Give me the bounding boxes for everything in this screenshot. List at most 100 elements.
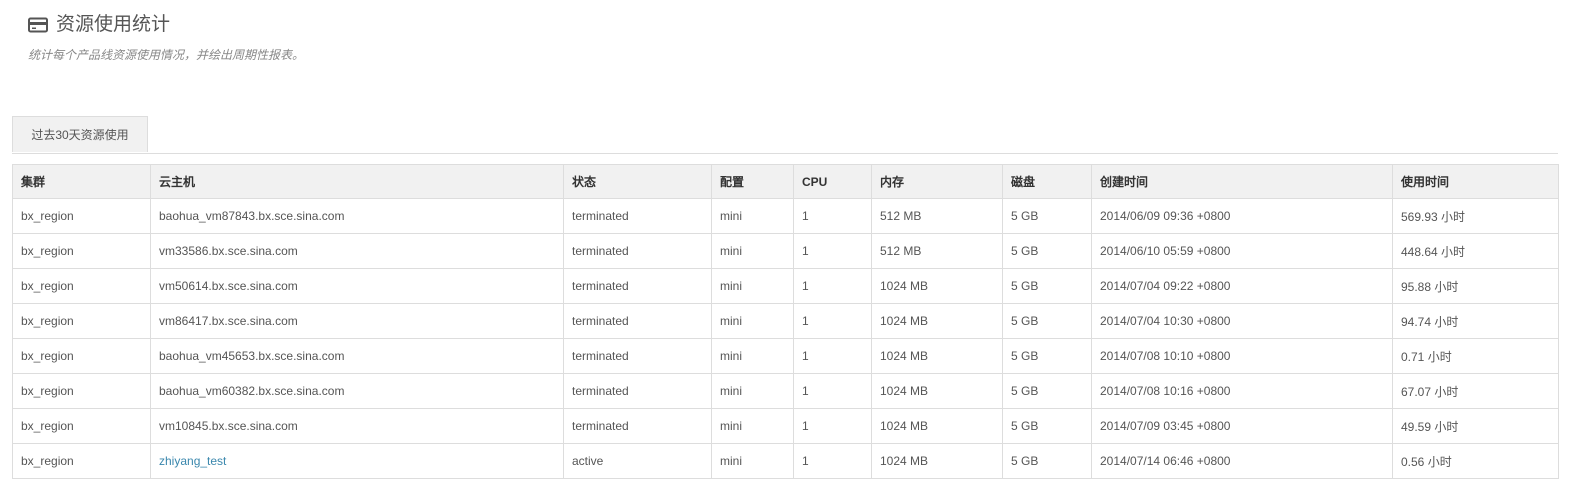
cell-disk: 5 GB <box>1002 198 1092 234</box>
title-row: 资源使用统计 <box>28 12 304 38</box>
cell-memory: 1024 MB <box>871 268 1003 304</box>
cell-status: terminated <box>563 198 712 234</box>
cell-config: mini <box>711 443 794 479</box>
cell-disk: 5 GB <box>1002 233 1092 269</box>
cell-usage: 67.07 小时 <box>1392 373 1559 409</box>
column-header-cluster: 集群 <box>12 164 151 199</box>
cell-config: mini <box>711 373 794 409</box>
cell-disk: 5 GB <box>1002 443 1092 479</box>
table-row: bx_region zhiyang_test active mini 1 102… <box>12 443 1559 479</box>
column-header-cpu: CPU <box>793 164 872 199</box>
cell-usage: 448.64 小时 <box>1392 233 1559 269</box>
cell-config: mini <box>711 268 794 304</box>
cell-config: mini <box>711 338 794 374</box>
cell-disk: 5 GB <box>1002 303 1092 339</box>
cell-cluster: bx_region <box>12 233 151 269</box>
cell-config: mini <box>711 303 794 339</box>
cell-vm: zhiyang_test <box>150 443 564 479</box>
cell-created: 2014/07/08 10:16 +0800 <box>1091 373 1393 409</box>
cell-status: active <box>563 443 712 479</box>
cell-cluster: bx_region <box>12 338 151 374</box>
cell-config: mini <box>711 233 794 269</box>
cell-usage: 0.56 小时 <box>1392 443 1559 479</box>
cell-cluster: bx_region <box>12 268 151 304</box>
cell-memory: 1024 MB <box>871 338 1003 374</box>
cell-created: 2014/06/10 05:59 +0800 <box>1091 233 1393 269</box>
cell-created: 2014/06/09 09:36 +0800 <box>1091 198 1393 234</box>
resource-usage-page: 资源使用统计 统计每个产品线资源使用情况，并绘出周期性报表。 过去30天资源使用… <box>0 0 1576 496</box>
cell-vm: vm50614.bx.sce.sina.com <box>150 268 564 304</box>
column-header-config: 配置 <box>711 164 794 199</box>
column-header-created: 创建时间 <box>1091 164 1393 199</box>
cell-cpu: 1 <box>793 198 872 234</box>
cell-status: terminated <box>563 233 712 269</box>
credit-card-icon <box>28 17 48 33</box>
cell-disk: 5 GB <box>1002 408 1092 444</box>
cell-usage: 49.59 小时 <box>1392 408 1559 444</box>
cell-memory: 1024 MB <box>871 443 1003 479</box>
cell-usage: 94.74 小时 <box>1392 303 1559 339</box>
cell-vm: baohua_vm45653.bx.sce.sina.com <box>150 338 564 374</box>
cell-vm: baohua_vm87843.bx.sce.sina.com <box>150 198 564 234</box>
cell-cpu: 1 <box>793 233 872 269</box>
cell-cluster: bx_region <box>12 198 151 234</box>
cell-disk: 5 GB <box>1002 373 1092 409</box>
tab-last-30-days[interactable]: 过去30天资源使用 <box>12 116 148 152</box>
cell-created: 2014/07/14 06:46 +0800 <box>1091 443 1393 479</box>
cell-usage: 0.71 小时 <box>1392 338 1559 374</box>
table-row: bx_region vm86417.bx.sce.sina.com termin… <box>12 303 1559 339</box>
column-header-status: 状态 <box>563 164 712 199</box>
column-header-usage: 使用时间 <box>1392 164 1559 199</box>
cell-vm: vm33586.bx.sce.sina.com <box>150 233 564 269</box>
cell-cpu: 1 <box>793 303 872 339</box>
cell-cpu: 1 <box>793 443 872 479</box>
cell-disk: 5 GB <box>1002 338 1092 374</box>
cell-created: 2014/07/09 03:45 +0800 <box>1091 408 1393 444</box>
cell-config: mini <box>711 408 794 444</box>
cell-disk: 5 GB <box>1002 268 1092 304</box>
cell-cpu: 1 <box>793 373 872 409</box>
column-header-memory: 内存 <box>871 164 1003 199</box>
cell-memory: 512 MB <box>871 233 1003 269</box>
cell-vm: vm86417.bx.sce.sina.com <box>150 303 564 339</box>
cell-cpu: 1 <box>793 408 872 444</box>
cell-cpu: 1 <box>793 338 872 374</box>
vm-link[interactable]: zhiyang_test <box>159 454 226 468</box>
column-header-disk: 磁盘 <box>1002 164 1092 199</box>
page-title: 资源使用统计 <box>56 14 171 35</box>
cell-memory: 1024 MB <box>871 303 1003 339</box>
table-row: bx_region vm33586.bx.sce.sina.com termin… <box>12 233 1559 269</box>
page-header: 资源使用统计 统计每个产品线资源使用情况，并绘出周期性报表。 <box>28 12 304 63</box>
cell-status: terminated <box>563 408 712 444</box>
cell-created: 2014/07/04 09:22 +0800 <box>1091 268 1393 304</box>
cell-memory: 1024 MB <box>871 408 1003 444</box>
cell-status: terminated <box>563 268 712 304</box>
table-header-row: 集群 云主机 状态 配置 CPU 内存 磁盘 创建时间 使用时间 <box>12 164 1559 199</box>
cell-memory: 1024 MB <box>871 373 1003 409</box>
cell-status: terminated <box>563 338 712 374</box>
cell-usage: 95.88 小时 <box>1392 268 1559 304</box>
cell-usage: 569.93 小时 <box>1392 198 1559 234</box>
table-row: bx_region baohua_vm45653.bx.sce.sina.com… <box>12 338 1559 374</box>
cell-config: mini <box>711 198 794 234</box>
cell-created: 2014/07/04 10:30 +0800 <box>1091 303 1393 339</box>
cell-status: terminated <box>563 373 712 409</box>
cell-vm: vm10845.bx.sce.sina.com <box>150 408 564 444</box>
cell-cpu: 1 <box>793 268 872 304</box>
table-row: bx_region baohua_vm60382.bx.sce.sina.com… <box>12 373 1559 409</box>
cell-created: 2014/07/08 10:10 +0800 <box>1091 338 1393 374</box>
cell-vm: baohua_vm60382.bx.sce.sina.com <box>150 373 564 409</box>
cell-cluster: bx_region <box>12 443 151 479</box>
page-subtitle: 统计每个产品线资源使用情况，并绘出周期性报表。 <box>28 48 305 62</box>
cell-status: terminated <box>563 303 712 339</box>
table-row: bx_region vm10845.bx.sce.sina.com termin… <box>12 408 1559 444</box>
table-row: bx_region vm50614.bx.sce.sina.com termin… <box>12 268 1559 304</box>
cell-cluster: bx_region <box>12 408 151 444</box>
usage-table: 集群 云主机 状态 配置 CPU 内存 磁盘 创建时间 使用时间 bx_regi… <box>12 164 1559 479</box>
cell-memory: 512 MB <box>871 198 1003 234</box>
table-row: bx_region baohua_vm87843.bx.sce.sina.com… <box>12 198 1559 234</box>
cell-cluster: bx_region <box>12 373 151 409</box>
tab-bar: 过去30天资源使用 <box>12 116 1558 154</box>
column-header-vm: 云主机 <box>150 164 564 199</box>
cell-cluster: bx_region <box>12 303 151 339</box>
